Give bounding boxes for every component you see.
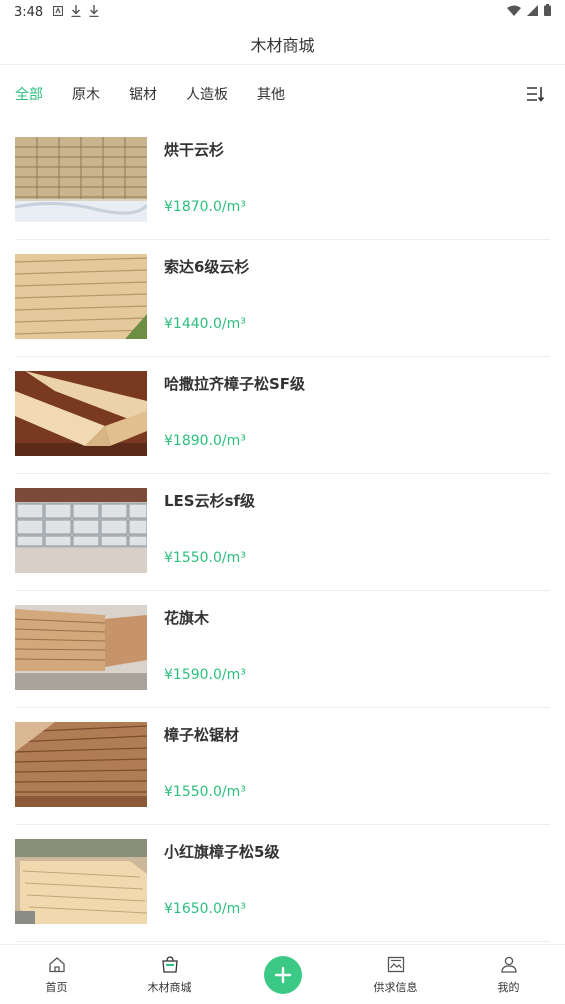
list-item[interactable]: 烘干云杉 ¥1870.0/m³ (15, 123, 550, 240)
product-name: 花旗木 (164, 609, 210, 627)
product-price: ¥1650.0/m³ (164, 901, 246, 917)
list-item[interactable]: 小红旗樟子松5级 ¥1650.0/m³ (15, 825, 550, 942)
download-icon (71, 4, 81, 20)
tab-other[interactable]: 其他 (257, 84, 285, 104)
tab-logs[interactable]: 原木 (72, 84, 100, 104)
add-button[interactable] (263, 955, 302, 994)
nav-supply-label: 供求信息 (373, 981, 418, 994)
product-name: 哈撒拉齐樟子松SF级 (164, 375, 306, 393)
product-image (15, 488, 147, 573)
status-bar: 3:48 (0, 0, 565, 24)
tab-sawn-timber[interactable]: 锯材 (129, 84, 157, 104)
nav-mall-label: 木材商城 (147, 981, 192, 994)
nav-home[interactable]: 首页 (0, 945, 113, 1004)
page-title: 木材商城 (250, 36, 315, 55)
sort-filter-icon[interactable] (525, 84, 545, 104)
product-price: ¥1550.0/m³ (164, 550, 246, 566)
bottom-nav: 首页 木材商城 供求信息 我的 (0, 944, 565, 1004)
nav-supply[interactable]: 供求信息 (339, 945, 452, 1004)
nav-home-label: 首页 (45, 981, 68, 994)
nav-mine-label: 我的 (497, 981, 520, 994)
notification-app-icon (53, 5, 64, 19)
product-list: 烘干云杉 ¥1870.0/m³ 索达6级云杉 ¥1440.0/m³ 哈撒拉齐樟子… (0, 123, 565, 942)
product-image (15, 371, 147, 456)
list-item[interactable]: LES云杉sf级 ¥1550.0/m³ (15, 474, 550, 591)
list-item[interactable]: 索达6级云杉 ¥1440.0/m³ (15, 240, 550, 357)
nav-mine[interactable]: 我的 (452, 945, 565, 1004)
list-item[interactable]: 哈撒拉齐樟子松SF级 ¥1890.0/m³ (15, 357, 550, 474)
product-price: ¥1590.0/m³ (164, 667, 246, 683)
tab-all[interactable]: 全部 (15, 84, 43, 104)
nav-mall[interactable]: 木材商城 (113, 945, 226, 1004)
picture-icon (387, 956, 405, 979)
tab-wood-panels[interactable]: 人造板 (186, 84, 228, 104)
product-name: 樟子松锯材 (164, 726, 240, 744)
product-name: 烘干云杉 (164, 141, 225, 159)
wifi-icon (507, 5, 521, 20)
signal-icon (527, 4, 538, 20)
title-bar: 木材商城 (0, 24, 565, 65)
product-price: ¥1550.0/m³ (164, 784, 246, 800)
product-image (15, 722, 147, 807)
product-name: 索达6级云杉 (164, 258, 250, 276)
home-icon (48, 956, 66, 979)
product-price: ¥1890.0/m³ (164, 433, 246, 449)
product-image (15, 137, 147, 222)
user-icon (500, 956, 518, 979)
product-price: ¥1870.0/m³ (164, 199, 246, 215)
download-icon (89, 4, 99, 20)
product-image (15, 605, 147, 690)
list-item[interactable]: 花旗木 ¥1590.0/m³ (15, 591, 550, 708)
list-item[interactable]: 樟子松锯材 ¥1550.0/m³ (15, 708, 550, 825)
nav-publish (226, 945, 339, 1004)
product-name: LES云杉sf级 (164, 492, 256, 510)
category-tabs: 全部 原木 锯材 人造板 其他 (0, 65, 565, 123)
status-time: 3:48 (14, 4, 44, 20)
product-price: ¥1440.0/m³ (164, 316, 246, 332)
product-image (15, 254, 147, 339)
battery-icon (544, 4, 551, 20)
plus-icon (274, 966, 291, 983)
product-name: 小红旗樟子松5级 (164, 843, 280, 861)
product-image (15, 839, 147, 924)
shop-bag-icon (161, 956, 179, 979)
